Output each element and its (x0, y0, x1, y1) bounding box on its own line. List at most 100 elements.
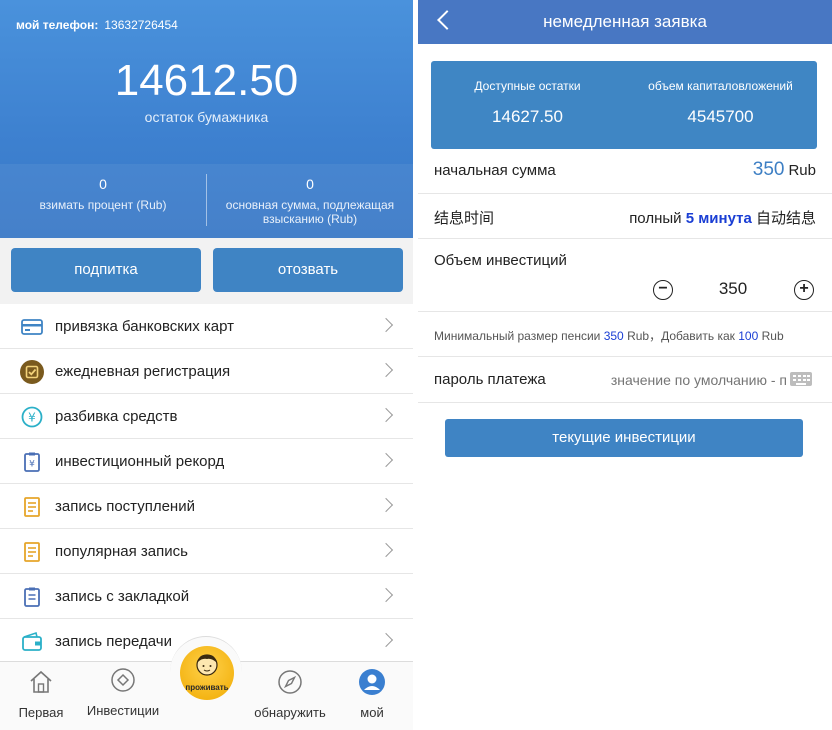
menu-item-label: запись передачи (55, 633, 172, 650)
avatar-icon (196, 654, 218, 676)
stat-principal-label: основная сумма, подлежащая взысканию (Ru… (225, 198, 395, 226)
note-minimum: 350 (603, 329, 624, 343)
stat-interest-label: взимать процент (Rub) (39, 198, 167, 212)
settlement-value: полный 5 минута 自动结息 (629, 207, 816, 228)
note-middle: Rub，Добавить как (627, 329, 735, 343)
bank-card-icon (21, 319, 43, 335)
stat-interest: 0 взимать процент (Rub) (0, 164, 206, 238)
tab-home[interactable]: Первая (0, 662, 82, 730)
settlement-period: 5 минута (685, 210, 752, 227)
payment-password-input[interactable] (593, 369, 787, 391)
chevron-right-icon (378, 452, 394, 468)
investment-request-screen: немедленная заявка Доступные остатки 146… (418, 0, 832, 730)
account-menu: привязка банковских карт ежедневная реги… (0, 304, 413, 664)
svg-text:¥: ¥ (29, 460, 35, 470)
stat-principal-value: 0 (306, 176, 314, 192)
stat-principal: 0 основная сумма, подлежащая взысканию (… (207, 164, 413, 238)
menu-item-funds-breakdown[interactable]: ¥ разбивка средств (0, 394, 413, 439)
chevron-right-icon (378, 632, 394, 648)
chevron-right-icon (378, 407, 394, 423)
increase-button[interactable]: + (794, 280, 814, 300)
menu-item-bookmark-record[interactable]: запись с закладкой (0, 574, 413, 619)
tab-investments[interactable]: Инвестиции (82, 660, 164, 729)
investment-volume-value: 4545700 (687, 107, 754, 126)
payment-password-label: пароль платежа (434, 371, 546, 388)
tab-discover[interactable]: обнаружить (249, 662, 331, 730)
document-icon (24, 542, 40, 562)
investment-amount-value[interactable]: 350 (683, 279, 783, 299)
note-unit: Rub (761, 329, 784, 343)
payment-password-row: пароль платежа (418, 357, 832, 403)
menu-item-label: запись с закладкой (55, 588, 190, 605)
investment-rules-note: Минимальный размер пенсии 350 Rub，Добави… (434, 327, 784, 344)
nav-bar: немедленная заявка (418, 0, 832, 44)
tab-mine[interactable]: мой (331, 662, 413, 730)
settlement-prefix: полный (629, 210, 682, 227)
investment-amount-row: Объем инвестиций − 350 + (418, 239, 832, 312)
settlement-row: 结息时间 полный 5 минута 自动结息 (418, 194, 832, 239)
menu-item-label: ежедневная регистрация (55, 363, 231, 380)
phone-label: мой телефон: (16, 18, 99, 32)
checkin-icon (20, 360, 44, 384)
investment-rules-row: Минимальный размер пенсии 350 Rub，Добави… (418, 312, 832, 357)
start-amount-label: начальная сумма (434, 162, 556, 179)
wallet-icon (22, 631, 42, 651)
settlement-suffix: 自动结息 (755, 210, 816, 227)
phone-info: мой телефон: 13632726454 (16, 18, 178, 32)
keyboard-icon[interactable] (790, 372, 812, 386)
user-icon (359, 669, 385, 695)
start-amount-unit: Rub (788, 162, 816, 179)
chevron-right-icon (378, 317, 394, 333)
chevron-right-icon (378, 542, 394, 558)
wallet-actions: подпитка отозвать (0, 238, 413, 304)
start-amount-row: начальная сумма 350 Rub (418, 149, 832, 194)
menu-item-popular-record[interactable]: популярная запись (0, 529, 413, 574)
tab-label: обнаружить (254, 705, 326, 720)
available-balance-value: 14627.50 (492, 107, 563, 126)
document-icon (24, 497, 40, 517)
tab-label: проживать (185, 683, 229, 692)
withdraw-button[interactable]: отозвать (213, 248, 403, 292)
investment-amount-label: Объем инвестиций (434, 252, 567, 269)
chevron-right-icon (378, 362, 394, 378)
submit-investment-button[interactable]: текущие инвестиции (445, 419, 803, 457)
decrease-button[interactable]: − (653, 280, 673, 300)
compass-icon (278, 670, 302, 694)
clipboard-yen-icon: ¥ (24, 452, 40, 472)
chevron-right-icon (378, 587, 394, 603)
wallet-balance-label: остаток бумажника (144, 109, 269, 125)
menu-item-investment-record[interactable]: ¥ инвестиционный рекорд (0, 439, 413, 484)
tab-live[interactable]: проживать (180, 646, 234, 700)
available-balance-label: Доступные остатки (474, 79, 581, 93)
stat-interest-value: 0 (99, 176, 107, 192)
menu-item-label: разбивка средств (55, 408, 178, 425)
start-amount-value: 350 (752, 159, 785, 180)
menu-item-label: инвестиционный рекорд (55, 453, 225, 470)
menu-item-label: популярная запись (55, 543, 188, 560)
available-balance: Доступные остатки 14627.50 (431, 61, 624, 127)
page-title: немедленная заявка (543, 12, 707, 31)
account-screen: мой телефон: 13632726454 14612.50 остаток… (0, 0, 413, 730)
summary-panel: Доступные остатки 14627.50 объем капитал… (431, 61, 817, 149)
clipboard-icon (24, 587, 40, 607)
menu-item-label: запись поступлений (55, 498, 195, 515)
tab-label: мой (360, 705, 384, 720)
home-icon (30, 670, 52, 693)
investment-volume-label: объем капиталовложений (648, 79, 793, 93)
tab-label: Инвестиции (86, 703, 160, 718)
interest-stats: 0 взимать процент (Rub) 0 основная сумма… (0, 164, 413, 238)
start-amount: 350 Rub (753, 159, 816, 181)
tab-label: Первая (18, 705, 64, 720)
menu-item-bank-cards[interactable]: привязка банковских карт (0, 304, 413, 349)
topup-button[interactable]: подпитка (11, 248, 201, 292)
menu-item-income-record[interactable]: запись поступлений (0, 484, 413, 529)
chevron-right-icon (378, 497, 394, 513)
menu-item-label: привязка банковских карт (55, 318, 235, 335)
investment-volume: объем капиталовложений 4545700 (624, 61, 817, 127)
diamond-icon (111, 668, 135, 692)
wallet-balance: 14612.50 (114, 56, 299, 105)
menu-item-daily-checkin[interactable]: ежедневная регистрация (0, 349, 413, 394)
settlement-label: 结息时间 (434, 210, 495, 227)
svg-text:¥: ¥ (28, 411, 36, 425)
wallet-header: мой телефон: 13632726454 14612.50 остаток… (0, 0, 413, 238)
